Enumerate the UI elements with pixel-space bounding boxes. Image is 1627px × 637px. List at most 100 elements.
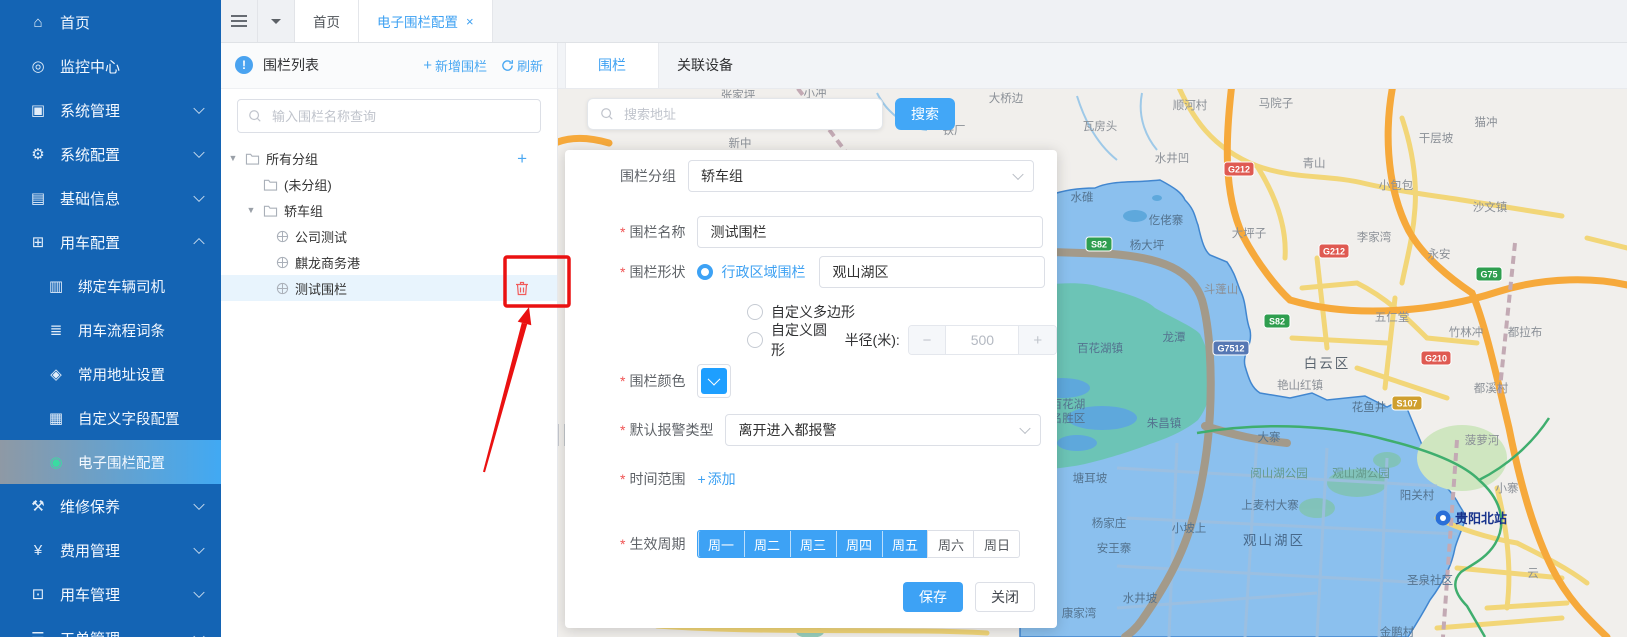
day-button-周一[interactable]: 周一 (697, 530, 744, 558)
sidebar-item-label: 自定义字段配置 (78, 408, 180, 429)
day-button-周日[interactable]: 周日 (973, 530, 1020, 558)
address-search-button[interactable]: 搜索 (895, 98, 955, 130)
day-button-周五[interactable]: 周五 (881, 530, 928, 558)
info-icon: ! (235, 56, 253, 74)
station-marker: 贵阳北站 (1436, 511, 1508, 527)
map-label: 水井坡 (1123, 591, 1158, 605)
sidebar-item-fence[interactable]: ◉ 电子围栏配置 (0, 440, 221, 484)
sidebar-item-field[interactable]: ▦自定义字段配置 (0, 396, 221, 440)
sidebar-item-order[interactable]: ☰工单管理 (0, 616, 221, 637)
station-label: 贵阳北站 (1455, 511, 1507, 526)
group-select[interactable]: 轿车组 (688, 160, 1034, 192)
sidebar-item-monitor[interactable]: ◎ 监控中心 (0, 44, 221, 88)
open-tabs: 首页电子围栏配置× (295, 0, 493, 42)
address-search-input[interactable] (622, 106, 870, 123)
fence-edit-form: 围栏分组 轿车组 * 围栏名称 * 围栏形状 行政区域围栏 自定义多边形 自定义… (565, 150, 1057, 628)
sidebar-item-cost[interactable]: ¥费用管理 (0, 528, 221, 572)
radio-polygon-label[interactable]: 自定义多边形 (771, 302, 855, 322)
sidebar-item-vehicle[interactable]: ⊡用车管理 (0, 572, 221, 616)
map-label: 观山湖区 (1243, 533, 1305, 548)
chevron-down-icon (1020, 423, 1031, 434)
radio-circle-label[interactable]: 自定义圆形 (771, 320, 831, 360)
day-button-周六[interactable]: 周六 (927, 530, 974, 558)
chevron-down-icon (708, 373, 721, 386)
radio-admin-region-label[interactable]: 行政区域围栏 (721, 262, 805, 282)
sidebar-item-info[interactable]: ▤基础信息 (0, 176, 221, 220)
sidebar-item-flow[interactable]: ≣用车流程词条 (0, 308, 221, 352)
fence-search-input[interactable] (270, 108, 530, 125)
map-label: 永安 (1428, 247, 1451, 261)
radio-admin-region[interactable] (697, 264, 713, 280)
sidebar-item-label: 用车配置 (60, 232, 120, 253)
color-picker-button[interactable] (697, 364, 731, 398)
refresh-button[interactable]: 刷新 (501, 56, 543, 75)
sidebar-fence-icon: ◉ (46, 453, 66, 471)
tab-list-dropdown-button[interactable] (258, 0, 295, 42)
delete-fence-icon[interactable] (515, 281, 529, 296)
detail-tab-围栏[interactable]: 围栏 (565, 42, 659, 88)
stepper-plus-button[interactable]: + (1019, 326, 1056, 354)
effective-days-group: 周一周二周三周四周五周六周日 (697, 530, 1020, 558)
map-label: 瓦房头 (1083, 120, 1118, 133)
sidebar-item-label: 监控中心 (60, 56, 120, 77)
sidebar-item-repair[interactable]: ⚒维修保养 (0, 484, 221, 528)
alarm-label: 默认报警类型 (629, 420, 713, 440)
save-button[interactable]: 保存 (903, 582, 963, 612)
sidebar-item-home[interactable]: ⌂首页 (0, 0, 221, 44)
tree-row[interactable]: ▼ 轿车组 (221, 197, 557, 223)
add-time-range-button[interactable]: + 添加 (697, 469, 735, 489)
sidebar-item-car[interactable]: ⊞ 用车配置 (0, 220, 221, 264)
fence-name-input[interactable] (697, 216, 1043, 248)
tree-row[interactable]: 公司测试 (221, 223, 557, 249)
tree-node-label: 轿车组 (284, 201, 323, 220)
tab-首页[interactable]: 首页 (295, 0, 359, 42)
radius-value[interactable]: 500 (945, 326, 1019, 354)
tab-电子围栏配置[interactable]: 电子围栏配置× (359, 0, 493, 42)
form-row-days: * 生效周期 周一周二周三周四周五周六周日 (620, 530, 1020, 558)
required-mark: * (620, 373, 625, 389)
detail-tab-关联设备[interactable]: 关联设备 (659, 42, 751, 88)
add-fence-button[interactable]: + 新增围栏 (423, 56, 487, 75)
tab-close-icon[interactable]: × (466, 14, 474, 29)
road-badge: G7512 (1213, 341, 1249, 355)
form-row-polygon: 自定义多边形 (747, 302, 855, 322)
form-row-time: * 时间范围 + 添加 (620, 469, 736, 489)
radio-circle[interactable] (747, 332, 763, 348)
chevron-down-icon (193, 543, 204, 554)
day-button-周二[interactable]: 周二 (743, 530, 790, 558)
sidebar-item-address[interactable]: ◈常用地址设置 (0, 352, 221, 396)
day-button-周三[interactable]: 周三 (789, 530, 836, 558)
tree-row[interactable]: ▼所有分组+ (221, 145, 557, 171)
folder-icon (245, 152, 260, 165)
alarm-type-select[interactable]: 离开进入都报警 (725, 414, 1041, 446)
sidebar-item-system[interactable]: ▣系统管理 (0, 88, 221, 132)
tree-row[interactable]: 测试围栏 (221, 275, 557, 301)
stepper-minus-button[interactable]: − (909, 326, 946, 354)
tree-row[interactable]: 麒龙商务港 (221, 249, 557, 275)
sidebar-item-label: 基础信息 (60, 188, 120, 209)
panel-splitter[interactable] (558, 424, 565, 446)
caret-icon[interactable]: ▼ (227, 153, 239, 163)
svg-text:S107: S107 (1396, 399, 1417, 409)
map-label: 阳关村 (1400, 488, 1435, 502)
sidebar-item-label: 电子围栏配置 (78, 452, 165, 473)
svg-text:G7512: G7512 (1217, 344, 1244, 354)
sidebar-item-gear[interactable]: ⚙系统配置 (0, 132, 221, 176)
close-button[interactable]: 关闭 (975, 582, 1035, 612)
radio-polygon[interactable] (747, 304, 763, 320)
tree-row[interactable]: (未分组) (221, 171, 557, 197)
add-time-label: 添加 (708, 469, 736, 489)
collapse-sidebar-button[interactable] (221, 0, 258, 42)
day-button-周四[interactable]: 周四 (835, 530, 882, 558)
admin-region-input[interactable] (819, 256, 1045, 288)
road-badge: G75 (1476, 267, 1502, 281)
required-mark: * (620, 471, 625, 487)
caret-icon[interactable]: ▼ (245, 205, 257, 215)
add-group-icon[interactable]: + (517, 150, 527, 167)
fence-list-panel: ! 围栏列表 + 新增围栏 刷新 ▼所有分组+(未分组)▼轿车组公司测试麒龙商务… (221, 42, 558, 637)
sidebar-monitor-icon: ◎ (28, 57, 48, 75)
form-row-alarm: * 默认报警类型 离开进入都报警 (620, 414, 1041, 446)
sidebar-item-bind[interactable]: ▥绑定车辆司机 (0, 264, 221, 308)
sidebar-item-label: 常用地址设置 (78, 364, 165, 385)
sidebar-car-icon: ⊞ (28, 233, 48, 251)
